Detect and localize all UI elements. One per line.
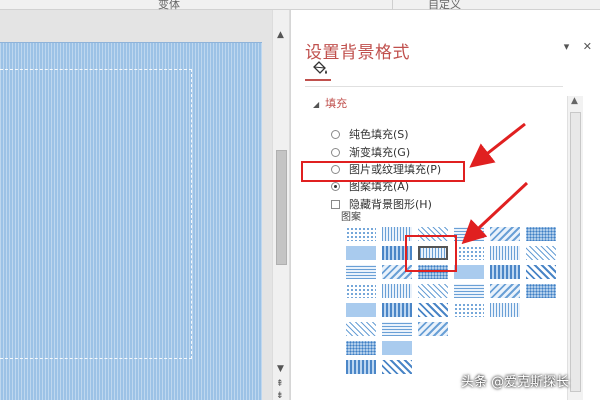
- pattern-swatch[interactable]: [382, 341, 412, 355]
- active-tab-underline: [305, 79, 331, 81]
- pattern-swatch[interactable]: [382, 284, 412, 298]
- pattern-swatch[interactable]: [490, 303, 520, 317]
- pattern-swatch[interactable]: [346, 265, 376, 279]
- radio-pattern-fill[interactable]: [331, 181, 340, 191]
- pin-icon[interactable]: ▾: [564, 40, 570, 53]
- scroll-down-icon[interactable]: ▼: [277, 364, 284, 374]
- hide-background-label: 隐藏背景图形(H): [349, 198, 432, 211]
- next-slide-icon[interactable]: ⇟: [276, 391, 284, 400]
- pattern-swatch[interactable]: [346, 341, 376, 355]
- pane-controls: ▾ ✕: [554, 40, 592, 53]
- pane-scrollbar[interactable]: ▲: [567, 96, 583, 400]
- pattern-swatch[interactable]: [526, 265, 556, 279]
- gradient-fill-label: 渐变填充(G): [349, 146, 411, 159]
- pattern-swatch[interactable]: [454, 227, 484, 241]
- pattern-swatch[interactable]: [418, 284, 448, 298]
- pattern-swatch[interactable]: [346, 322, 376, 336]
- pattern-swatch[interactable]: [454, 246, 484, 260]
- collapse-triangle-icon[interactable]: ◢: [313, 100, 319, 109]
- pane-divider: [305, 86, 563, 87]
- paint-bucket-icon[interactable]: [311, 60, 329, 76]
- pattern-swatch[interactable]: [346, 284, 376, 298]
- close-icon[interactable]: ✕: [583, 40, 592, 53]
- format-background-pane: 设置背景格式 ▾ ✕ ◢ 填充 纯色填充(S) 渐变填充(G) 图片或纹理填充(P…: [290, 10, 600, 400]
- pattern-swatch[interactable]: [382, 303, 412, 317]
- pattern-swatch[interactable]: [418, 303, 448, 317]
- pattern-swatch[interactable]: [382, 360, 412, 374]
- pattern-swatch[interactable]: [418, 322, 448, 336]
- pattern-swatch[interactable]: [346, 360, 376, 374]
- radio-gradient-fill[interactable]: [331, 147, 340, 157]
- pattern-swatch[interactable]: [382, 322, 412, 336]
- pattern-swatch[interactable]: [490, 246, 520, 260]
- scroll-up-icon[interactable]: ▲: [277, 30, 284, 40]
- pattern-swatch[interactable]: [526, 246, 556, 260]
- ribbon-strip: 变体 自定义: [0, 0, 600, 11]
- watermark: 头条 @爱克斯探长: [461, 375, 570, 390]
- annotation-box-pattern-fill: [301, 161, 465, 182]
- fill-section-header[interactable]: ◢ 填充: [313, 95, 347, 111]
- pattern-swatch[interactable]: [346, 227, 376, 241]
- hide-background-checkbox[interactable]: [331, 199, 340, 209]
- pattern-swatch[interactable]: [490, 227, 520, 241]
- radio-solid-fill[interactable]: [331, 129, 340, 139]
- pane-scroll-thumb[interactable]: [570, 112, 581, 392]
- ribbon-separator: [392, 0, 393, 10]
- pattern-swatch[interactable]: [454, 284, 484, 298]
- pattern-swatch[interactable]: [346, 303, 376, 317]
- pattern-swatch[interactable]: [490, 284, 520, 298]
- pattern-swatch[interactable]: [454, 265, 484, 279]
- pattern-swatch[interactable]: [454, 303, 484, 317]
- gradient-fill-option[interactable]: 渐变填充(G): [331, 144, 410, 160]
- slide-editor[interactable]: [0, 10, 272, 400]
- fill-section-label: 填充: [325, 97, 348, 110]
- previous-slide-icon[interactable]: ⇞: [276, 379, 284, 389]
- pattern-swatch[interactable]: [346, 246, 376, 260]
- content-placeholder[interactable]: [0, 69, 192, 359]
- pane-scroll-up-icon[interactable]: ▲: [571, 96, 578, 106]
- pattern-swatch[interactable]: [490, 265, 520, 279]
- solid-fill-option[interactable]: 纯色填充(S): [331, 126, 409, 142]
- slide-canvas[interactable]: [0, 42, 262, 400]
- pattern-label: 图案: [341, 212, 361, 223]
- solid-fill-label: 纯色填充(S): [349, 128, 409, 141]
- pattern-swatch[interactable]: [526, 284, 556, 298]
- annotation-box-selected-pattern: [405, 235, 457, 272]
- editor-scroll-thumb[interactable]: [276, 150, 287, 265]
- pattern-swatch[interactable]: [526, 227, 556, 241]
- editor-scrollbar[interactable]: ▲ ▼ ⇞ ⇟: [272, 10, 290, 400]
